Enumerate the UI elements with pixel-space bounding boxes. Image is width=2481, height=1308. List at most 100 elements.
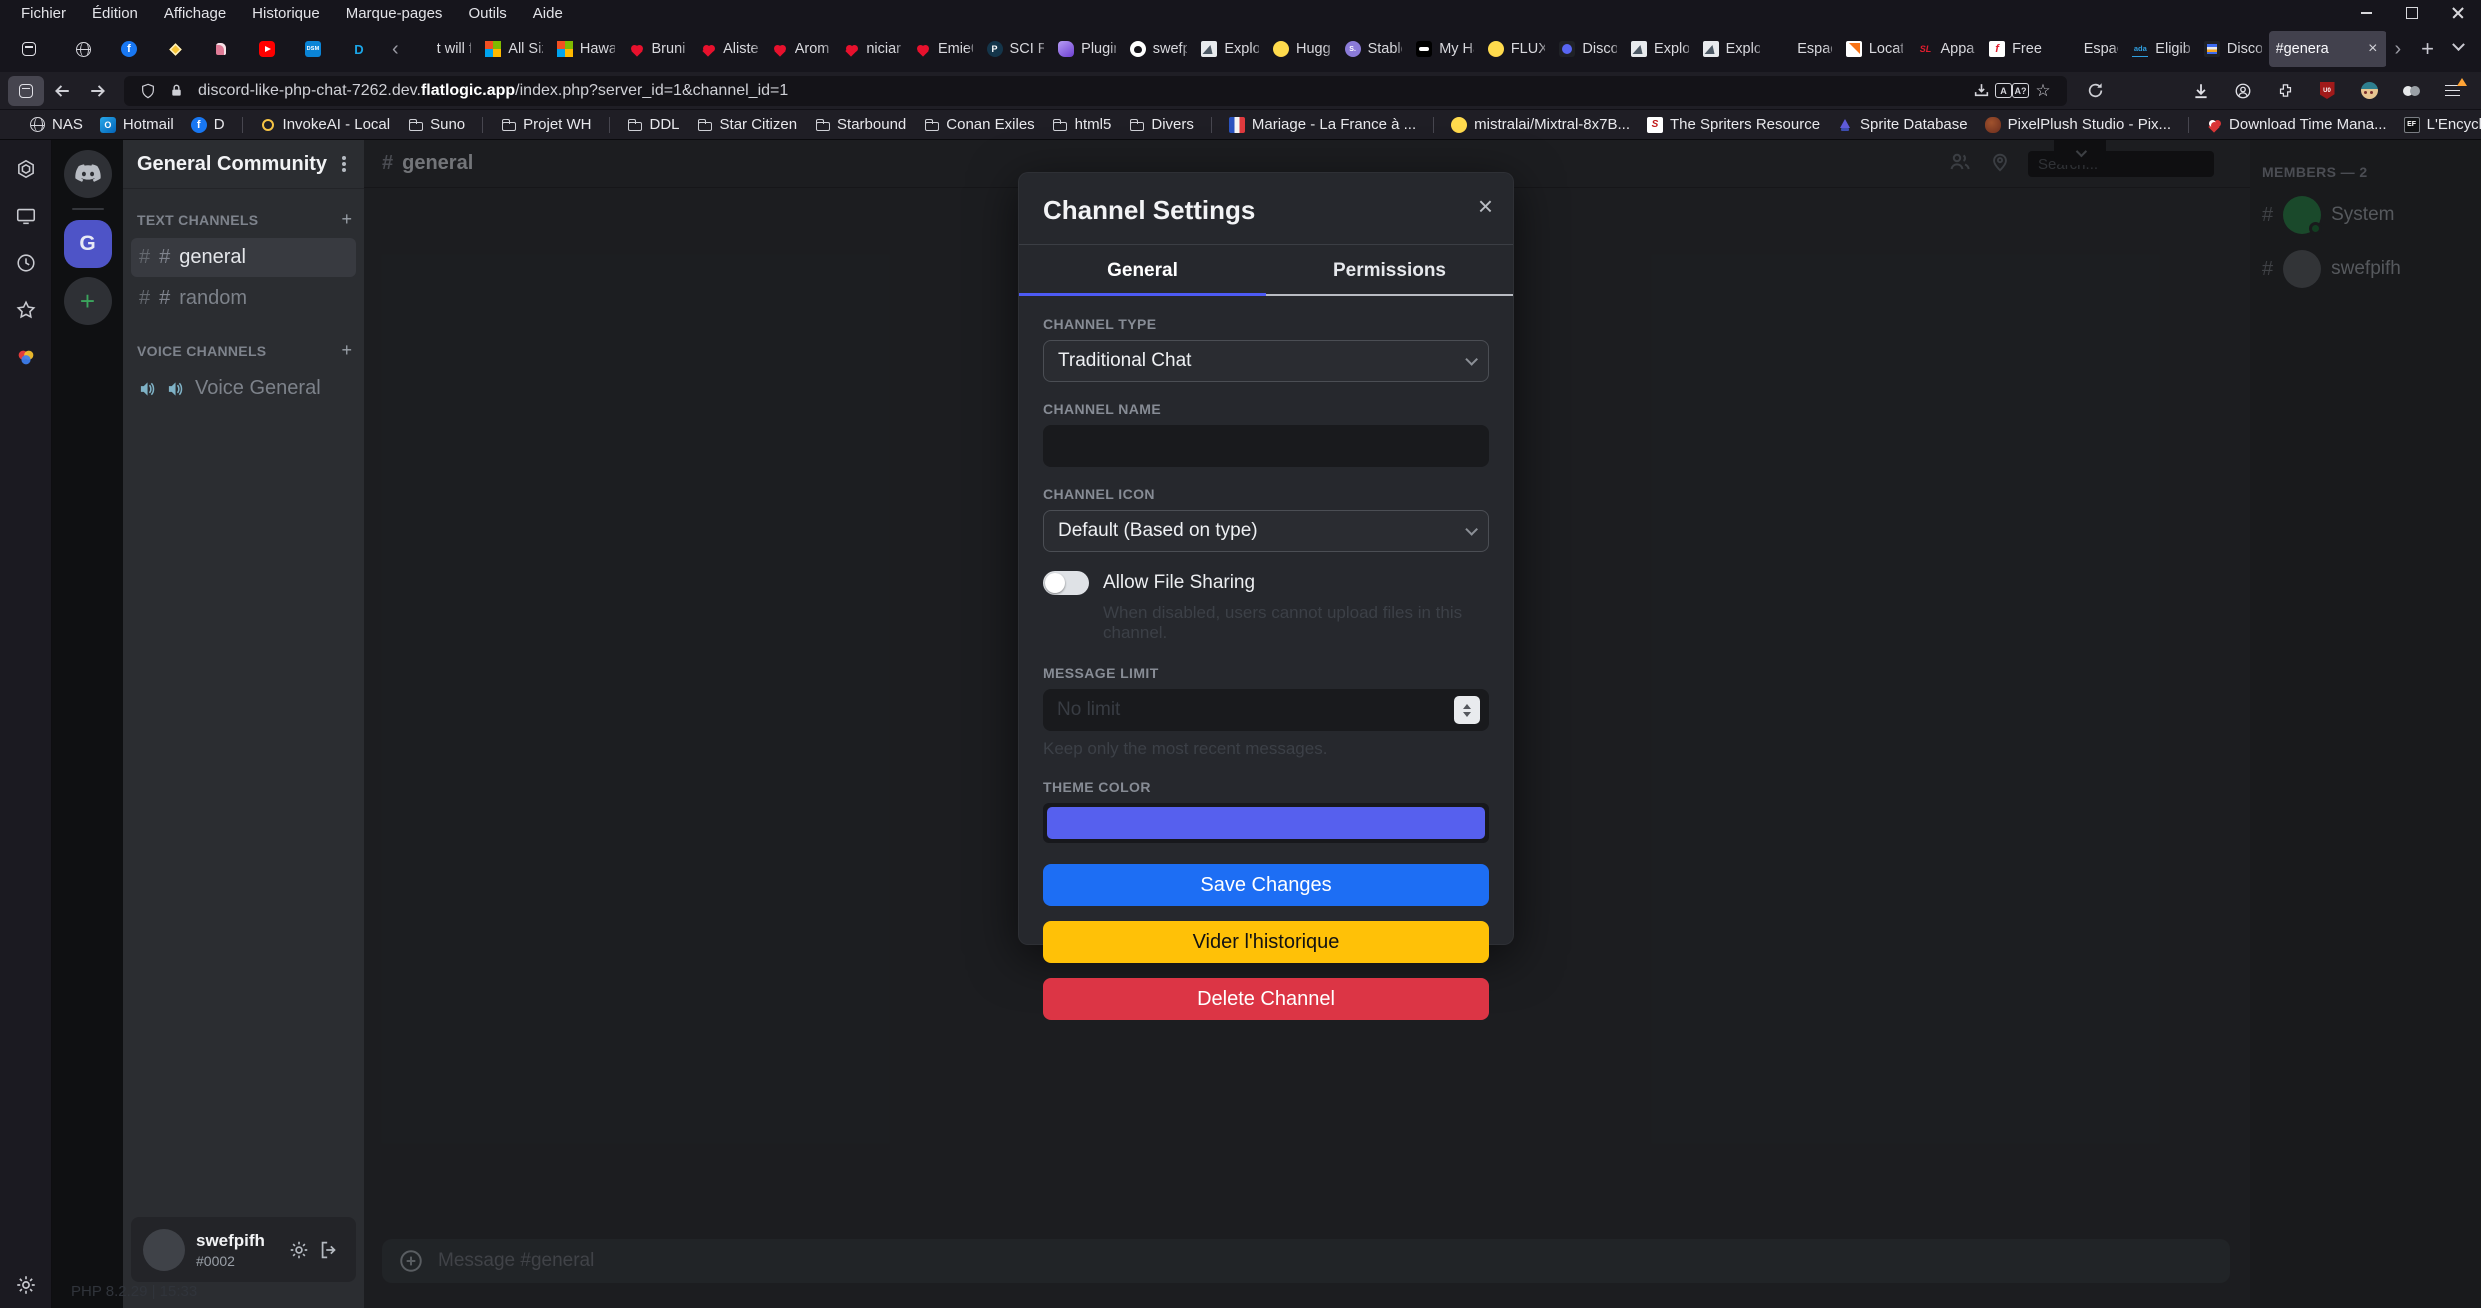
file-sharing-toggle[interactable] (1043, 571, 1089, 595)
list-all-tabs-icon[interactable] (2452, 38, 2465, 51)
minimize-icon[interactable] (2343, 0, 2389, 26)
tab[interactable]: Discor (2197, 31, 2269, 67)
ai-chatbot-icon[interactable] (15, 158, 37, 185)
forward-button[interactable] (80, 76, 116, 106)
bookmark-item[interactable]: NAS (30, 116, 83, 133)
menu-item[interactable]: Outils (455, 5, 519, 22)
bookmark-item[interactable]: Starbound (814, 116, 906, 133)
tab[interactable]: t will f (407, 31, 479, 67)
firefox-view-button[interactable] (8, 32, 50, 66)
tab[interactable]: Espace clie (1767, 31, 1839, 67)
extension-mascot-button[interactable] (2351, 76, 2387, 106)
pinned-tab[interactable]: D (348, 32, 370, 66)
theme-color-input[interactable] (1043, 803, 1489, 843)
bookmark-item[interactable]: html5 (1052, 116, 1112, 133)
reload-button[interactable] (2077, 76, 2113, 106)
bookmark-item[interactable]: InvokeAI - Local (260, 116, 391, 133)
channel-icon-select[interactable]: Default (Based on type) (1043, 510, 1489, 552)
bookmark-item[interactable]: S The Spriters Resource (1647, 116, 1820, 133)
menu-item[interactable]: Aide (520, 5, 576, 22)
tab[interactable]: P SCI RE (980, 31, 1052, 67)
screen-share-icon[interactable] (15, 205, 37, 232)
ublock-extension-button[interactable]: U0 (2309, 76, 2345, 106)
menu-item[interactable]: Fichier (8, 5, 79, 22)
tab[interactable]: Aromy (765, 31, 837, 67)
url-bar[interactable]: discord-like-php-chat-7262.dev.flatlogic… (124, 76, 2067, 106)
tab-permissions[interactable]: Permissions (1266, 245, 1513, 296)
add-server-button[interactable]: + (64, 277, 112, 325)
bookmark-item[interactable]: Download Time Mana... (2206, 116, 2387, 133)
tab[interactable]: Locati (1839, 31, 1911, 67)
pinned-tab[interactable] (210, 32, 232, 66)
tab[interactable]: Bruni2 (622, 31, 694, 67)
bookmark-item[interactable]: Mariage - La France à ... (1229, 116, 1416, 133)
tab[interactable]: f Free : (1982, 31, 2054, 67)
sidebar-settings-gear-icon[interactable] (0, 1274, 51, 1296)
tab[interactable]: Plugin (1051, 31, 1123, 67)
tab[interactable]: My Ha (1409, 31, 1481, 67)
delete-channel-button[interactable]: Delete Channel (1043, 978, 1489, 1020)
server-header[interactable]: General Community (123, 140, 364, 189)
tab[interactable]: Explor (1696, 31, 1768, 67)
home-server-button[interactable] (64, 150, 112, 198)
profile-colors-icon[interactable] (15, 346, 37, 373)
tab[interactable]: Huggi (1266, 31, 1338, 67)
tab[interactable]: niciara (836, 31, 908, 67)
tab[interactable]: Emie0 (908, 31, 980, 67)
bookmark-star-icon[interactable]: ☆ (2029, 77, 2057, 105)
bookmark-item[interactable]: Conan Exiles (923, 116, 1034, 133)
bookmark-item[interactable]: Suno (407, 116, 465, 133)
close-icon[interactable]: × (1478, 193, 1493, 219)
tracking-protection-shield-icon[interactable] (134, 77, 162, 105)
save-changes-button[interactable]: Save Changes (1043, 864, 1489, 906)
bookmark-item[interactable]: mistralai/Mixtral-8x7B... (1451, 116, 1630, 133)
bookmark-item[interactable]: Projet WH (500, 116, 591, 133)
tab-general[interactable]: General (1019, 245, 1266, 296)
server-menu-kebab-icon[interactable] (342, 162, 346, 166)
user-settings-gear-icon[interactable] (284, 1235, 314, 1265)
bookmark-item[interactable]: Sprite Database (1837, 116, 1968, 133)
channel-type-select[interactable]: Traditional Chat (1043, 340, 1489, 382)
pinned-tab[interactable] (164, 32, 186, 66)
extension-circles-button[interactable] (2393, 76, 2429, 106)
menu-item[interactable]: Édition (79, 5, 151, 22)
close-window-icon[interactable] (2435, 0, 2481, 26)
menu-item[interactable]: Affichage (151, 5, 239, 22)
clear-history-button[interactable]: Vider l'historique (1043, 921, 1489, 963)
server-icon-general-community[interactable]: G (64, 220, 112, 268)
tab[interactable]: FLUX.2 (1481, 31, 1553, 67)
scroll-tabs-left-icon[interactable]: ‹ (384, 39, 407, 59)
channel-item[interactable]: # # random (131, 279, 356, 318)
tab[interactable]: Alister (693, 31, 765, 67)
pinned-tab[interactable] (256, 32, 278, 66)
tab[interactable]: Discor (1552, 31, 1624, 67)
tab[interactable]: S. Stable (1338, 31, 1410, 67)
save-page-icon[interactable] (1967, 77, 1995, 105)
pinned-tab[interactable]: DSM (302, 32, 324, 66)
tab[interactable]: Hawai (550, 31, 622, 67)
voice-channel-item[interactable]: Voice General (131, 369, 356, 408)
bookmark-item[interactable]: Divers (1128, 116, 1194, 133)
add-text-channel-icon[interactable]: + (341, 209, 352, 230)
lock-icon[interactable] (162, 77, 190, 105)
tab[interactable]: swefpi (1123, 31, 1195, 67)
menu-item[interactable]: Historique (239, 5, 333, 22)
logout-icon[interactable] (314, 1235, 344, 1265)
tab[interactable]: Explor (1194, 31, 1266, 67)
add-voice-channel-icon[interactable]: + (341, 340, 352, 361)
translate-page-icon[interactable]: A? (2012, 83, 2029, 98)
bookmark-item[interactable]: EF L'Encyclopédie Fantast... (2404, 116, 2481, 133)
bookmark-item[interactable]: f D (191, 116, 225, 133)
menu-item[interactable]: Marque-pages (333, 5, 456, 22)
scroll-tabs-right-icon[interactable]: › (2386, 39, 2409, 59)
account-button[interactable] (2225, 76, 2261, 106)
pinned-tab[interactable] (72, 32, 94, 66)
bookmark-item[interactable]: PixelPlush Studio - Pix... (1985, 116, 2171, 133)
new-tab-button[interactable]: + (2409, 36, 2446, 62)
tab-close-icon[interactable]: × (2366, 40, 2379, 58)
tab[interactable]: All Siz (478, 31, 550, 67)
number-stepper[interactable] (1454, 696, 1480, 724)
bookmark-item[interactable]: O Hotmail (100, 116, 174, 133)
pinned-tab[interactable]: f (118, 32, 140, 66)
app-menu-button[interactable] (2435, 76, 2471, 106)
